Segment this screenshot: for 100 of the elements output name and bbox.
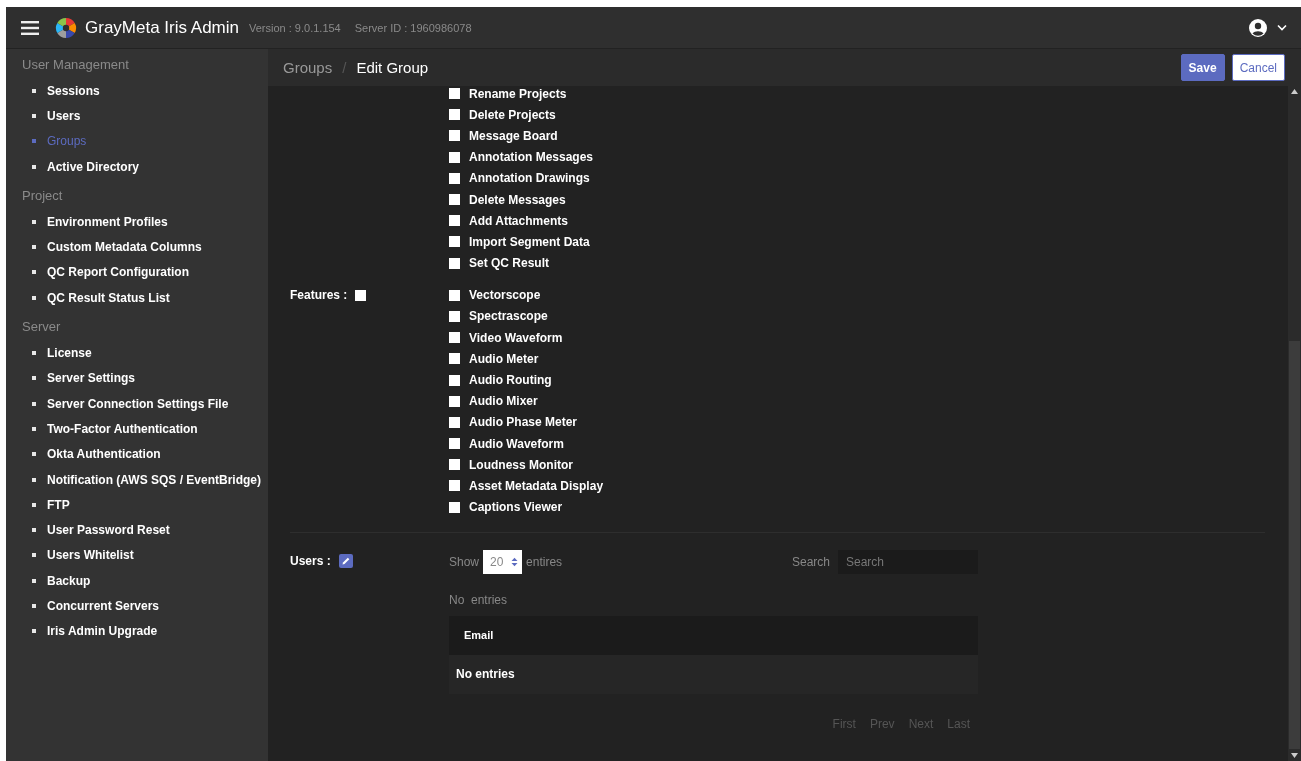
checkbox-label: Annotation Drawings [469,171,590,186]
chevron-down-icon[interactable] [1277,24,1287,31]
bullet-icon [32,245,36,250]
checkbox[interactable] [449,215,460,227]
page-title: Edit Group [356,59,429,76]
sidebar-item[interactable]: Custom Metadata Columns [47,240,202,255]
up-down-arrows-icon [511,556,519,567]
checkbox-label: Set QC Result [469,256,549,271]
bullet-icon [32,629,36,634]
checkbox-label: Rename Projects [469,86,567,101]
checkbox[interactable] [449,416,460,428]
sidebar-item[interactable]: License [47,346,92,360]
bullet-icon [32,270,36,275]
checkbox[interactable] [449,353,460,365]
entries-label: entires [526,554,563,569]
checkbox-label: Asset Metadata Display [469,478,604,493]
breadcrumb-link[interactable]: Groups [283,59,333,76]
checkbox[interactable] [449,501,460,513]
bullet-icon [32,376,36,381]
section-title: User Management [22,57,130,72]
checkbox-label: Video Waveform [469,330,563,345]
checkbox-label: Annotation Messages [469,150,594,165]
bullet-icon [32,426,36,431]
checkbox[interactable] [449,438,460,450]
checkbox[interactable] [449,289,460,301]
column-header: Email [449,615,978,655]
checkbox-label: Delete Projects [469,107,556,122]
checkbox[interactable] [449,88,460,100]
scroll-down-icon[interactable] [1291,753,1298,758]
sidebar-item[interactable]: Concurrent Servers [47,599,160,613]
users-label: Users : [290,553,331,568]
scroll-up-icon[interactable] [1291,89,1298,94]
bullet-icon [32,164,36,169]
sidebar-item[interactable]: Users Whitelist [47,548,134,563]
checkbox-label: Loudness Monitor [469,457,573,472]
breadcrumb-separator: / [342,59,347,76]
sidebar-item[interactable]: Server Settings [47,371,136,386]
page-size-select[interactable]: 20 [483,549,523,574]
checkbox-label: Audio Routing [469,373,552,388]
checkbox-label: Import Segment Data [469,234,590,249]
checkbox[interactable] [449,480,460,492]
checkbox-label: Audio Mixer [469,394,538,409]
bullet-icon [32,553,36,558]
bullet-icon [32,351,36,355]
sidebar-item[interactable]: Iris Admin Upgrade [47,624,158,639]
checkbox-label: Add Attachments [469,213,568,228]
sidebar-item[interactable]: User Password Reset [47,523,170,538]
bullet-icon [32,502,36,507]
table-info: No entries [449,592,509,607]
bullet-icon [32,113,36,118]
cancel-button[interactable]: Cancel [1231,54,1285,81]
checkbox[interactable] [449,151,460,163]
edit-icon[interactable] [338,553,353,568]
bullet-icon [32,401,36,406]
checkbox-label: Message Board [469,128,558,143]
checkbox[interactable] [449,194,460,206]
checkbox-label: Captions Viewer [469,500,563,515]
sidebar-item[interactable]: QC Result Status List [47,290,170,305]
bullet-icon [32,139,36,144]
checkbox[interactable] [449,374,460,386]
bullet-icon [32,604,36,608]
checkbox[interactable] [449,310,460,322]
version-text: Version : 9.0.1.154 [249,21,341,34]
user-icon[interactable] [1249,18,1267,37]
checkbox[interactable] [449,109,460,121]
sidebar-item[interactable]: Okta Authentication [47,447,161,462]
bullet-icon [32,528,36,533]
checkbox-label: Vectorscope [469,288,541,303]
menu-icon[interactable] [21,20,39,35]
checkbox[interactable] [449,459,460,471]
sidebar-item[interactable]: FTP [47,497,70,512]
bullet-icon [32,88,36,93]
sidebar-item[interactable]: Two-Factor Authentication [47,421,198,436]
checkbox[interactable] [355,289,367,301]
checkbox[interactable] [449,236,460,248]
checkbox[interactable] [449,395,460,407]
bullet-icon [32,452,36,457]
scrollbar[interactable] [1288,86,1301,761]
bullet-icon [32,578,36,583]
sidebar-item[interactable]: Users [47,108,81,123]
sidebar-item[interactable]: Server Connection Settings File [47,396,229,411]
sidebar-item[interactable]: Sessions [47,83,100,98]
sidebar-item[interactable]: Backup [47,573,91,588]
search-field[interactable]: Search [838,549,978,574]
search-label: Search [791,554,830,569]
logo-icon [55,16,77,39]
save-button[interactable]: Save [1180,54,1225,81]
checkbox-label: Audio Waveform [469,436,564,451]
section-title: Project [22,188,64,204]
app-title: GrayMeta Iris Admin [85,17,239,38]
show-label: Show [449,554,480,569]
sidebar-item[interactable]: Notification (AWS SQS / EventBridge) [47,472,261,487]
checkbox[interactable] [449,332,460,344]
sidebar-item[interactable]: QC Report Configuration [47,265,189,280]
checkbox[interactable] [449,172,460,184]
checkbox[interactable] [449,130,460,142]
sidebar-item[interactable]: Active Directory [47,159,140,174]
sidebar-item[interactable]: Environment Profiles [47,214,168,229]
bullet-icon [32,477,36,482]
checkbox[interactable] [449,257,460,269]
